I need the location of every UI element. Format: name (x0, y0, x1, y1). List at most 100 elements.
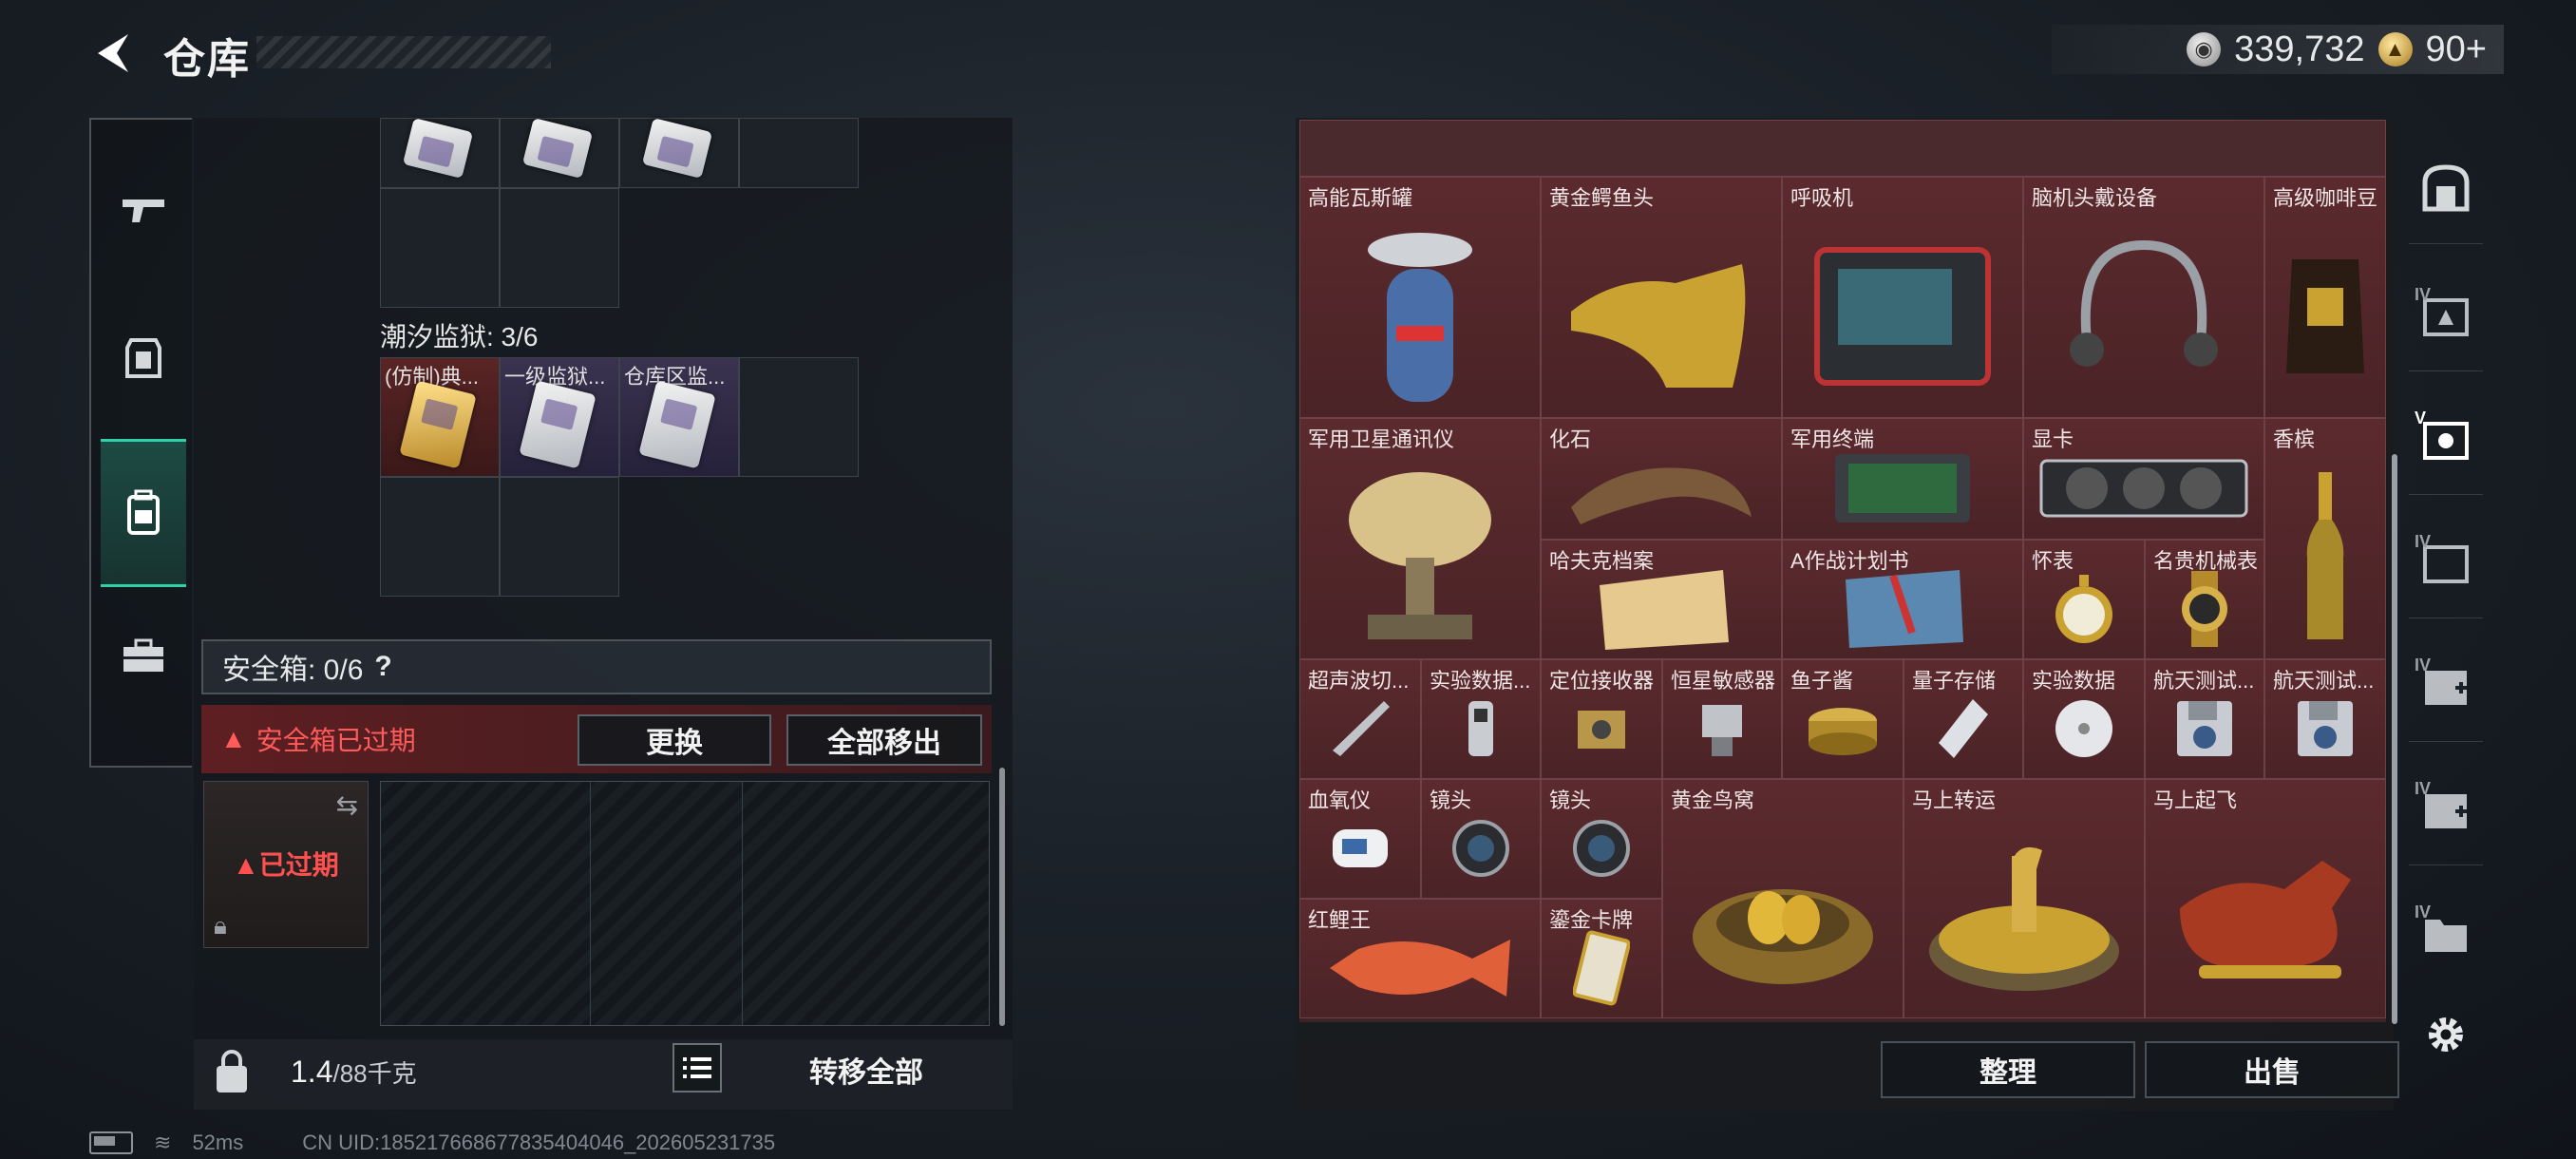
tab-iv-4-roman: IV (2415, 779, 2432, 798)
settings-button[interactable] (2409, 1001, 2483, 1068)
backpack-tab[interactable] (101, 439, 186, 587)
item-satellite-comm[interactable]: 军用卫星通讯仪 (1299, 418, 1541, 659)
box-active-icon (2423, 422, 2469, 460)
champagne-icon (2301, 472, 2349, 643)
page-title: 仓库 (163, 36, 251, 83)
item-positioning-receiver[interactable]: 定位接收器 (1541, 659, 1662, 779)
tab-v[interactable]: V (2409, 384, 2483, 495)
item-ventilator[interactable]: 呼吸机 (1782, 177, 2023, 418)
grid-cell[interactable] (380, 118, 500, 188)
grid-cell[interactable] (500, 188, 619, 308)
red-carp-icon (1320, 930, 1520, 1006)
tab-iv-1[interactable]: IV (2409, 260, 2483, 371)
wifi-icon: ≋ (154, 1130, 172, 1154)
item-headset[interactable]: 脑机头戴设备 (2023, 177, 2264, 418)
item-plan-a[interactable]: A作战计划书 (1782, 540, 2023, 659)
item-gas-canister[interactable]: 高能瓦斯罐 (1299, 177, 1541, 418)
scrollbar[interactable] (999, 768, 1005, 1026)
keycard-icon (638, 380, 716, 469)
caviar-icon (1805, 700, 1881, 757)
toolbox-tab[interactable] (101, 585, 186, 728)
container-item[interactable]: (仿制)典... (380, 357, 500, 477)
item-champagne[interactable]: 香槟 (2264, 418, 2386, 659)
case-tab[interactable] (2409, 133, 2483, 244)
swap-icon[interactable]: ⇆ (336, 789, 358, 821)
safebox-header: 安全箱: 0/6 ? (201, 639, 992, 694)
item-experiment-data[interactable]: 实验数据 (2023, 659, 2145, 779)
item-ultrasonic-cutter[interactable]: 超声波切... (1299, 659, 1421, 779)
transfer-all-button[interactable]: 转移全部 (735, 1043, 997, 1096)
item-graphics-card[interactable]: 显卡 (2023, 418, 2264, 540)
item-pocket-watch[interactable]: 怀表 (2023, 540, 2145, 659)
item-lens-1[interactable]: 镜头 (1421, 779, 1541, 899)
ultrasonic-cutter-icon (1327, 695, 1393, 762)
item-aerospace-test-1[interactable]: 航天测试... (2145, 659, 2264, 779)
status-bar: ≋ 52ms CN UID:18521766867783540404​6_202… (89, 1130, 775, 1155)
grid-cell[interactable] (380, 477, 500, 597)
item-horse-fortune[interactable]: 马上转运 (1904, 779, 2145, 1018)
toolbox-icon (123, 638, 163, 672)
tab-iv-3[interactable]: IV (2409, 631, 2483, 742)
item-luxury-watch[interactable]: 名贵机械表 (2145, 540, 2264, 659)
safebox-storage-grid[interactable] (380, 781, 990, 1026)
grid-cell[interactable] (739, 357, 859, 477)
back-arrow-icon (98, 34, 128, 72)
keycard-icon (399, 380, 477, 469)
star-sensor-icon (1689, 695, 1755, 762)
lens-icon (1568, 815, 1635, 882)
item-golden-nest[interactable]: 黄金鸟窝 (1662, 779, 1904, 1018)
grid-row-partial[interactable] (1299, 120, 2386, 177)
sell-button[interactable]: 出售 (2145, 1041, 2399, 1098)
grid-cell[interactable] (380, 188, 500, 308)
gold-coin-icon: ▲ (2377, 32, 2413, 66)
tab-iv-2[interactable]: IV (2409, 507, 2483, 618)
container-item[interactable]: 一级监狱... (500, 357, 619, 477)
item-quantum-storage[interactable]: 量子存储 (1904, 659, 2023, 779)
replace-button[interactable]: 更换 (578, 714, 771, 766)
grid-cell[interactable] (500, 477, 619, 597)
satellite-dish-icon (1339, 463, 1501, 653)
lock-icon: 🔒︎ (214, 911, 227, 940)
item-experiment-data-device[interactable]: 实验数据... (1421, 659, 1541, 779)
sort-button[interactable]: 整理 (1881, 1041, 2135, 1098)
gold-amount[interactable]: 90+ (2426, 29, 2487, 70)
help-icon[interactable]: ? (374, 651, 391, 683)
horse-wheel-icon (1924, 837, 2124, 998)
weapon-tab[interactable] (101, 139, 186, 281)
move-all-out-button[interactable]: 全部移出 (786, 714, 982, 766)
silver-amount: 339,732 (2234, 28, 2365, 69)
armor-tab[interactable] (101, 287, 186, 429)
item-haavk-files[interactable]: 哈夫克档案 (1541, 540, 1782, 659)
silver-coin-icon: ◉ (2187, 32, 2222, 66)
item-red-carp[interactable]: 红鲤王 (1299, 899, 1541, 1018)
graphics-card-icon (2039, 455, 2248, 522)
gilded-card-icon (1573, 930, 1630, 1006)
back-button[interactable] (87, 27, 135, 80)
grid-cell[interactable] (739, 118, 859, 188)
item-aerospace-test-2[interactable]: 航天测试... (2264, 659, 2386, 779)
list-icon (683, 1057, 711, 1078)
list-view-button[interactable] (672, 1043, 722, 1092)
item-fossil[interactable]: 化石 (1541, 418, 1782, 540)
grid-cell[interactable] (619, 118, 739, 188)
item-gilded-card[interactable]: 鎏金卡牌 (1541, 899, 1662, 1018)
item-oximeter[interactable]: 血氧仪 (1299, 779, 1421, 899)
title-decoration (256, 36, 551, 68)
item-horse-takeoff[interactable]: 马上起飞 (2145, 779, 2386, 1018)
item-star-sensor[interactable]: 恒星敏感器 (1662, 659, 1782, 779)
warehouse-scrollbar[interactable] (2392, 454, 2397, 1024)
grid-cell[interactable] (500, 118, 619, 188)
ventilator-icon (1808, 240, 1998, 392)
item-lens-2[interactable]: 镜头 (1541, 779, 1662, 899)
item-coffee-beans[interactable]: 高级咖啡豆 (2264, 177, 2386, 418)
quantum-storage-icon (1935, 695, 1992, 762)
item-military-terminal[interactable]: 军用终端 (1782, 418, 2023, 540)
item-golden-crocodile[interactable]: 黄金鳄鱼头 (1541, 177, 1782, 418)
item-caviar[interactable]: 鱼子酱 (1782, 659, 1904, 779)
container-item[interactable]: 仓库区监... (619, 357, 739, 477)
safebox-slot[interactable]: ⇆ ▲已过期 🔒︎ (203, 781, 369, 948)
floppy-icon (2292, 695, 2358, 762)
tab-iv-4[interactable]: IV (2409, 754, 2483, 865)
tab-iv-2-roman: IV (2415, 532, 2432, 551)
tab-iv-5[interactable]: IV (2409, 878, 2483, 988)
